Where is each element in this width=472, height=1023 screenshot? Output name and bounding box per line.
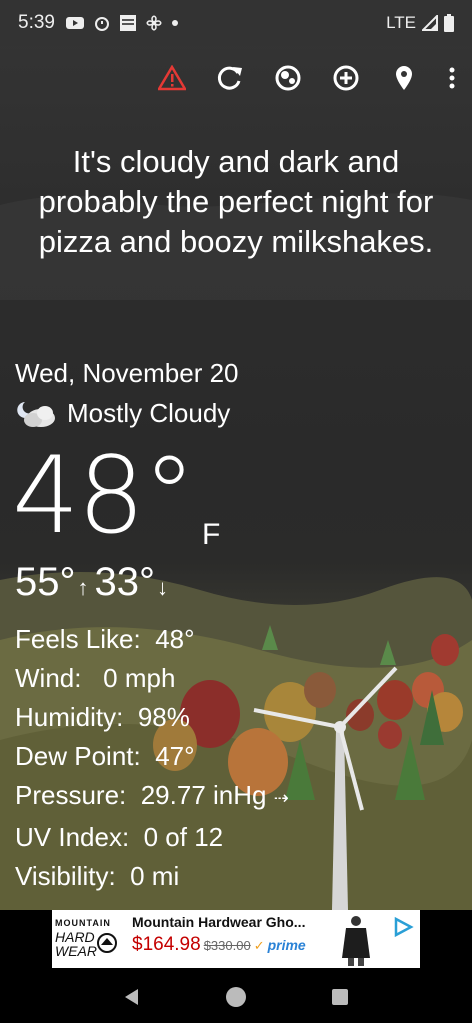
back-button[interactable] bbox=[112, 977, 152, 1017]
status-time: 5:39 bbox=[18, 12, 55, 33]
detail-label: Dew Point: bbox=[15, 741, 141, 771]
home-button[interactable] bbox=[216, 977, 256, 1017]
detail-wind: Wind: 0 mph bbox=[15, 659, 289, 698]
detail-label: Visibility: bbox=[15, 861, 116, 891]
navigation-bar bbox=[0, 970, 472, 1023]
recents-button[interactable] bbox=[320, 977, 360, 1017]
detail-label: UV Index: bbox=[15, 822, 130, 852]
ad-price: $164.98 bbox=[132, 934, 201, 955]
ad-title: Mountain Hardwear Gho... bbox=[132, 914, 306, 930]
more-icon bbox=[449, 67, 455, 89]
pressure-trend-icon: ⇢ bbox=[273, 788, 289, 808]
ad-prime-label: prime bbox=[267, 937, 306, 953]
status-bar: 5:39 LTE bbox=[0, 0, 472, 46]
high-temperature: 55° bbox=[15, 560, 76, 604]
prime-check-icon: ✓ bbox=[253, 938, 265, 953]
detail-label: Wind: bbox=[15, 663, 82, 693]
detail-dew-point: Dew Point: 47° bbox=[15, 737, 289, 776]
more-options-button[interactable] bbox=[446, 58, 458, 98]
detail-value: 47° bbox=[155, 741, 195, 771]
ad-brand-logo: MOUNTAIN HARD WEAR bbox=[52, 910, 126, 968]
low-temperature: 33° bbox=[94, 560, 156, 604]
battery-icon bbox=[444, 14, 454, 32]
detail-uv-index: UV Index: 0 of 12 bbox=[15, 818, 289, 857]
detail-value: 48° bbox=[155, 624, 195, 654]
jacket-product-image bbox=[342, 916, 370, 966]
theme-icon bbox=[275, 65, 301, 91]
ad-choices-icon[interactable] bbox=[392, 916, 414, 938]
add-location-button[interactable] bbox=[330, 58, 362, 98]
detail-value: 0 mph bbox=[103, 663, 176, 693]
alert-icon bbox=[158, 65, 186, 91]
theme-button[interactable] bbox=[272, 58, 304, 98]
detail-visibility: Visibility: 0 mi bbox=[15, 857, 289, 896]
network-type: LTE bbox=[386, 13, 416, 32]
alert-button[interactable] bbox=[156, 58, 188, 98]
ad-brand-line3: WEAR bbox=[55, 943, 97, 959]
detail-label: Pressure: bbox=[15, 780, 127, 810]
notification-icons bbox=[65, 14, 179, 32]
fan-icon bbox=[146, 15, 162, 31]
detail-value: 0 mi bbox=[130, 861, 180, 891]
ad-price-row: $164.98 $330.00 ✓ prime bbox=[132, 934, 342, 956]
detail-value: 98% bbox=[137, 702, 190, 732]
app-screen: 5:39 LTE It's cloudy and dark and probab… bbox=[0, 0, 472, 1023]
detail-value: 29.77 inHg bbox=[140, 780, 267, 810]
detail-value: 0 of 12 bbox=[143, 822, 224, 852]
refresh-button[interactable] bbox=[214, 58, 246, 98]
ad-banner[interactable]: MOUNTAIN HARD WEAR Mountain Hardwear Gho… bbox=[52, 910, 420, 968]
dot-icon bbox=[171, 20, 178, 26]
refresh-icon bbox=[217, 66, 242, 90]
detail-humidity: Humidity: 98% bbox=[15, 698, 289, 737]
detail-feels-like: Feels Like: 48° bbox=[15, 620, 289, 659]
home-icon bbox=[226, 986, 246, 1007]
condition-text: Mostly Cloudy bbox=[67, 397, 231, 428]
ad-brand-line1: MOUNTAIN bbox=[55, 918, 111, 928]
mostly-cloudy-night-icon bbox=[17, 402, 55, 427]
recents-icon bbox=[332, 988, 348, 1005]
weather-details: Feels Like: 48° Wind: 0 mph Humidity: 98… bbox=[15, 620, 289, 896]
detail-label: Humidity: bbox=[15, 702, 124, 732]
condition-row: Mostly Cloudy bbox=[15, 396, 230, 430]
youtube-icon bbox=[65, 17, 84, 29]
weather-channel-icon bbox=[119, 15, 136, 31]
status-right: LTE bbox=[386, 13, 454, 33]
ad-old-price: $330.00 bbox=[203, 938, 251, 953]
back-icon bbox=[125, 988, 138, 1005]
brand-mark-icon bbox=[97, 933, 117, 953]
high-low-row: 55° ↑ 33° ↓ bbox=[15, 560, 174, 605]
location-button[interactable] bbox=[388, 58, 420, 98]
date-label: Wed, November 20 bbox=[15, 358, 239, 388]
signal-icon bbox=[422, 15, 438, 31]
alarm-icon bbox=[94, 17, 109, 31]
detail-label: Feels Like: bbox=[15, 624, 141, 654]
current-temperature: 48° bbox=[12, 434, 196, 557]
location-icon bbox=[396, 66, 412, 90]
add-icon bbox=[333, 65, 359, 91]
toolbar bbox=[156, 58, 458, 98]
temperature-unit: F bbox=[202, 518, 221, 551]
ad-text: Mountain Hardwear Gho... $164.98 $330.00… bbox=[132, 914, 342, 956]
high-arrow-icon: ↑ bbox=[77, 575, 89, 600]
detail-pressure: Pressure: 29.77 inHg ⇢ bbox=[15, 776, 289, 818]
low-arrow-icon: ↓ bbox=[157, 575, 168, 600]
forecast-headline: It's cloudy and dark and probably the pe… bbox=[38, 144, 434, 259]
